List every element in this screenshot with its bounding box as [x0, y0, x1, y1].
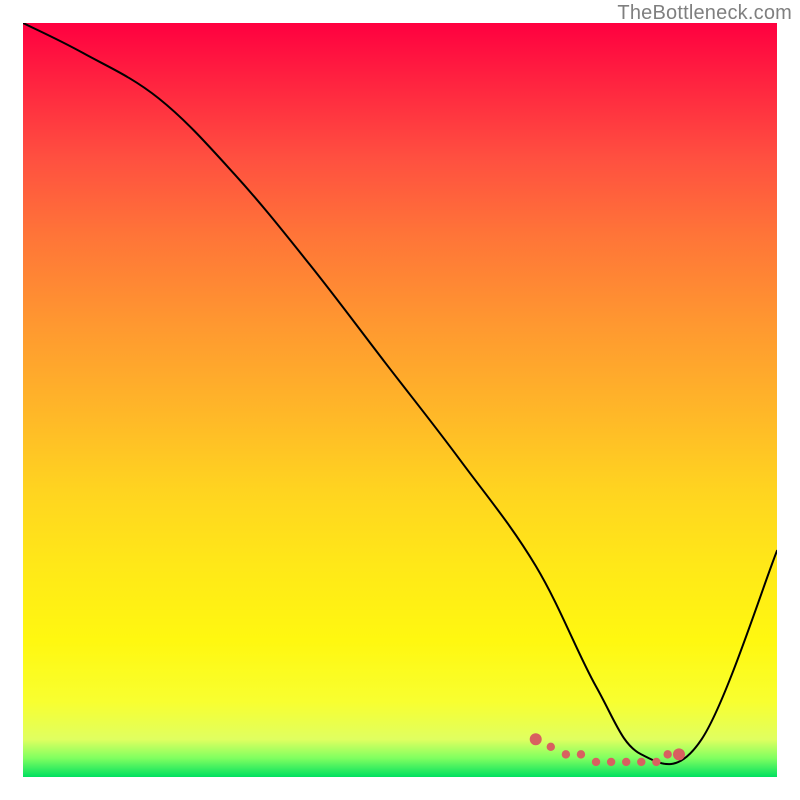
marker-dot — [607, 758, 615, 766]
markers-layer — [23, 23, 777, 777]
marker-dot — [622, 758, 630, 766]
marker-dot — [652, 758, 660, 766]
marker-dot — [547, 743, 555, 751]
optimal-zone-dots — [530, 733, 685, 766]
marker-dot — [530, 733, 542, 745]
watermark-text: TheBottleneck.com — [617, 2, 792, 25]
chart-container: TheBottleneck.com — [0, 0, 800, 800]
marker-dot — [577, 750, 585, 758]
plot-area — [23, 23, 777, 777]
marker-dot — [562, 750, 570, 758]
marker-dot — [663, 750, 671, 758]
marker-dot — [673, 748, 685, 760]
marker-dot — [592, 758, 600, 766]
marker-dot — [637, 758, 645, 766]
